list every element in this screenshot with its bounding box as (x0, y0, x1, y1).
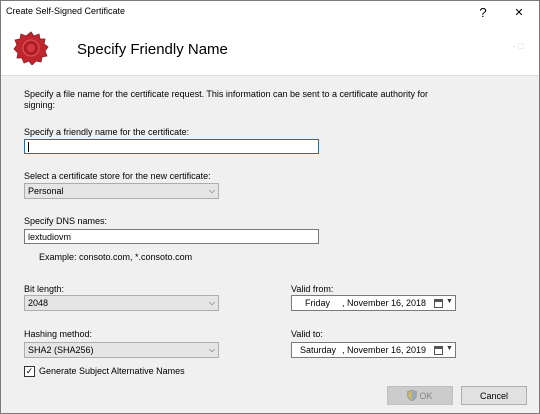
valid-from-picker[interactable]: Friday , November 16, 2018 ▼ (291, 295, 456, 311)
cancel-button[interactable]: Cancel (461, 386, 527, 405)
dns-label: Specify DNS names: (24, 216, 108, 226)
page-title: Specify Friendly Name (77, 41, 228, 58)
window-title: Create Self-Signed Certificate (6, 6, 126, 16)
valid-from-separator: , (342, 298, 345, 308)
help-button[interactable]: ? (465, 1, 501, 23)
certificate-seal-icon (13, 31, 49, 65)
chevron-down-icon: ⌵ (208, 298, 215, 307)
valid-to-label: Valid to: (291, 329, 323, 339)
store-select[interactable]: Personal ⌵ (24, 183, 219, 199)
valid-from-date: November 16, 2018 (347, 298, 427, 308)
close-button[interactable]: ✕ (501, 1, 537, 23)
background-window-controls: - □ (513, 41, 524, 51)
calendar-icon[interactable] (434, 299, 443, 308)
san-label[interactable]: Generate Subject Alternative Names (39, 366, 185, 376)
friendly-name-input[interactable] (24, 139, 319, 154)
wizard-header: Specify Friendly Name (1, 23, 539, 76)
store-value: Personal (28, 186, 64, 196)
valid-to-date: November 16, 2019 (347, 345, 427, 355)
valid-to-day: Saturday (300, 345, 337, 355)
store-label: Select a certificate store for the new c… (24, 171, 211, 181)
hashing-value: SHA2 (SHA256) (28, 345, 94, 355)
hashing-label: Hashing method: (24, 329, 93, 339)
dns-value: lextudiovm (28, 232, 72, 242)
chevron-down-icon: ⌵ (208, 186, 215, 195)
ok-label: OK (419, 390, 433, 401)
valid-from-day: Friday (305, 298, 331, 308)
shield-icon (407, 390, 418, 401)
valid-to-picker[interactable]: Saturday , November 16, 2019 ▼ (291, 342, 456, 358)
valid-from-label: Valid from: (291, 284, 334, 294)
chevron-down-icon: ⌵ (208, 345, 215, 354)
text-caret (28, 142, 29, 152)
chevron-down-icon[interactable]: ▼ (446, 298, 453, 305)
san-checkbox[interactable]: ✓ (24, 366, 35, 377)
title-bar[interactable]: Create Self-Signed Certificate ? ✕ (1, 1, 539, 23)
dialog-window: Create Self-Signed Certificate ? ✕ Speci… (0, 0, 540, 414)
valid-to-separator: , (342, 345, 345, 355)
friendly-name-label: Specify a friendly name for the certific… (24, 127, 190, 137)
chevron-down-icon[interactable]: ▼ (446, 345, 453, 352)
hashing-select[interactable]: SHA2 (SHA256) ⌵ (24, 342, 219, 358)
wizard-body: Specify a file name for the certificate … (1, 76, 539, 413)
dns-example-text: Example: consoto.com, *.consoto.com (39, 252, 193, 262)
dns-input[interactable]: lextudiovm (24, 229, 319, 244)
ok-button[interactable]: OK (387, 386, 453, 405)
bit-length-select[interactable]: 2048 ⌵ (24, 295, 219, 311)
bit-length-label: Bit length: (24, 284, 65, 294)
calendar-icon[interactable] (434, 346, 443, 355)
description-text: Specify a file name for the certificate … (24, 89, 429, 110)
bit-length-value: 2048 (28, 298, 49, 308)
